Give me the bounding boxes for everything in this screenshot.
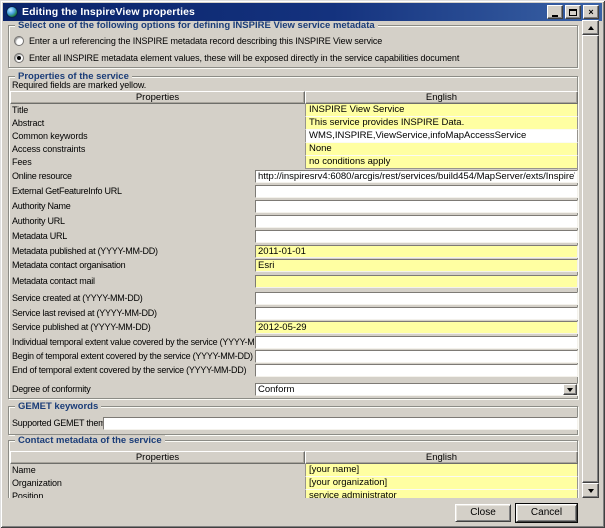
contact-organization-value-cell[interactable]: [your organization] [305, 477, 578, 490]
authority-url-input[interactable] [255, 215, 578, 228]
service-created-input[interactable] [255, 292, 578, 305]
end-temporal-extent-label: End of temporal extent covered by the se… [12, 364, 246, 377]
online-resource-input[interactable] [255, 170, 578, 183]
vertical-scrollbar[interactable] [582, 20, 599, 498]
row-label-common-keywords: Common keywords [12, 130, 88, 143]
title-bar[interactable]: Editing the InspireView properties × [3, 3, 602, 21]
close-button[interactable]: Close [455, 504, 511, 522]
close-icon: × [588, 7, 593, 17]
service-published-input[interactable] [255, 321, 578, 334]
metadata-url-label: Metadata URL [12, 230, 67, 243]
arrow-up-icon [588, 26, 594, 30]
dropdown-arrow-button[interactable] [563, 384, 577, 395]
row-label-name: Name [12, 464, 36, 477]
begin-temporal-extent-label: Begin of temporal extent covered by the … [12, 350, 253, 363]
contact-position-value-cell[interactable]: service administrator [305, 490, 578, 498]
common-keywords-value-cell[interactable]: WMS,INSPIRE,ViewService,infoMapAccessSer… [305, 130, 578, 143]
radio-all-values-label: Enter all INSPIRE metadata element value… [29, 52, 459, 64]
authority-url-label: Authority URL [12, 215, 65, 228]
radio-selected-dot [17, 56, 21, 60]
minimize-icon [552, 15, 558, 17]
row-label-organization: Organization [12, 477, 62, 490]
title-value-cell[interactable]: INSPIRE View Service [305, 104, 578, 117]
cancel-button[interactable]: Cancel [516, 504, 577, 522]
chevron-down-icon [567, 388, 573, 392]
contact-metadata-group-title: Contact metadata of the service [15, 435, 165, 446]
service-last-revised-input[interactable] [255, 307, 578, 320]
maximize-icon [569, 9, 577, 16]
supported-gemet-themes-input[interactable] [103, 417, 578, 430]
degree-of-conformity-select[interactable]: Conform [255, 383, 578, 396]
radio-url-reference-label: Enter a url referencing the INSPIRE meta… [29, 35, 382, 47]
degree-of-conformity-label: Degree of conformity [12, 383, 91, 396]
external-getfeatureinfo-url-label: External GetFeatureInfo URL [12, 185, 122, 198]
column-header-english: English [305, 91, 578, 104]
begin-temporal-extent-input[interactable] [255, 350, 578, 363]
individual-temporal-extent-input[interactable] [255, 336, 578, 349]
row-label-title: Title [12, 104, 28, 117]
degree-of-conformity-value: Conform [258, 384, 294, 395]
row-label-fees: Fees [12, 156, 32, 169]
required-fields-note: Required fields are marked yellow. [12, 80, 146, 90]
form-pane: Select one of the following options for … [3, 21, 582, 498]
scroll-down-button[interactable] [582, 483, 599, 498]
cancel-button-default-ring: Cancel [515, 503, 578, 523]
radio-url-reference[interactable] [14, 36, 24, 46]
metadata-options-group-title: Select one of the following options for … [15, 21, 378, 31]
metadata-contact-mail-input[interactable] [255, 275, 578, 288]
metadata-published-label: Metadata published at (YYYY-MM-DD) [12, 245, 158, 258]
individual-temporal-extent-label: Individual temporal extent value covered… [12, 336, 280, 349]
column-header-properties: Properties [10, 91, 305, 104]
gemet-keywords-group-title: GEMET keywords [15, 401, 101, 412]
row-label-position: Position [12, 490, 43, 498]
contact-column-header-english: English [305, 451, 578, 464]
service-created-label: Service created at (YYYY-MM-DD) [12, 292, 142, 305]
end-temporal-extent-input[interactable] [255, 364, 578, 377]
option-all-values[interactable]: Enter all INSPIRE metadata element value… [14, 52, 459, 64]
arrow-down-icon [588, 489, 594, 493]
close-window-button[interactable]: × [583, 5, 599, 19]
service-published-label: Service published at (YYYY-MM-DD) [12, 321, 150, 334]
abstract-value-cell[interactable]: This service provides INSPIRE Data. [305, 117, 578, 130]
contact-column-header-properties: Properties [10, 451, 305, 464]
scroll-up-button[interactable] [582, 20, 599, 35]
online-resource-label: Online resource [12, 170, 72, 183]
scrollbar-thumb[interactable] [582, 35, 599, 483]
option-url-reference[interactable]: Enter a url referencing the INSPIRE meta… [14, 35, 382, 47]
row-label-access-constraints: Access constraints [12, 143, 85, 156]
minimize-button[interactable] [547, 5, 563, 19]
metadata-contact-organisation-input[interactable] [255, 259, 578, 272]
row-label-abstract: Abstract [12, 117, 44, 130]
radio-all-values[interactable] [14, 53, 24, 63]
fees-value-cell[interactable]: no conditions apply [305, 156, 578, 169]
arcgis-globe-icon [6, 6, 18, 18]
authority-name-input[interactable] [255, 200, 578, 213]
metadata-url-input[interactable] [255, 230, 578, 243]
metadata-contact-organisation-label: Metadata contact organisation [12, 259, 125, 272]
metadata-published-input[interactable] [255, 245, 578, 258]
service-last-revised-label: Service last revised at (YYYY-MM-DD) [12, 307, 157, 320]
external-getfeatureinfo-url-input[interactable] [255, 185, 578, 198]
metadata-contact-mail-label: Metadata contact mail [12, 275, 95, 288]
maximize-button[interactable] [565, 5, 581, 19]
contact-name-value-cell[interactable]: [your name] [305, 464, 578, 477]
authority-name-label: Authority Name [12, 200, 71, 213]
dialog-window: Editing the InspireView properties × Sel… [0, 0, 605, 528]
access-constraints-value-cell[interactable]: None [305, 143, 578, 156]
supported-gemet-themes-label: Supported GEMET themes [12, 417, 114, 430]
window-title: Editing the InspireView properties [22, 6, 545, 18]
